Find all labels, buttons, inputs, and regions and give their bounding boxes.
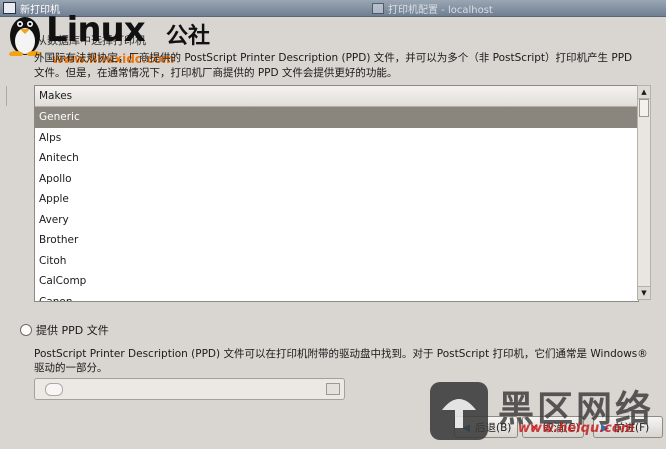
background-window-title: 打印机配置 - localhost <box>388 5 493 16</box>
makes-column-header[interactable]: Makes <box>35 86 638 107</box>
cancel-button-label: 取消(C) <box>543 422 580 434</box>
driver-description: 外国际有法规协定，厂商提供的 PostScript Printer Descri… <box>34 52 633 79</box>
file-icon <box>45 383 63 396</box>
list-item[interactable]: Avery <box>35 210 638 231</box>
list-item[interactable]: Citoh <box>35 251 638 272</box>
ppd-description: PostScript Printer Description (PPD) 文件可… <box>34 348 648 374</box>
forward-arrow-icon: ▶ <box>600 422 610 434</box>
forward-button[interactable]: ▶ 前进(F) <box>593 416 663 438</box>
forward-button-label: 前进(F) <box>614 422 650 434</box>
cancel-x-icon: ✕ <box>529 422 539 434</box>
list-item[interactable]: CalComp <box>35 271 638 292</box>
list-item[interactable]: Alps <box>35 128 638 149</box>
provide-ppd-label[interactable]: 提供 PPD 文件 <box>36 322 109 338</box>
linux-logo-text: Linux <box>46 10 146 50</box>
back-button-label: 后退(B) <box>475 422 512 434</box>
list-item[interactable]: Generic <box>35 107 638 128</box>
list-item[interactable]: Anitech <box>35 148 638 169</box>
left-panel-edge <box>0 86 7 106</box>
ppd-file-chooser[interactable] <box>34 378 345 400</box>
list-item[interactable]: Apollo <box>35 169 638 190</box>
background-window-icon <box>372 3 384 14</box>
makes-list-scrollbar[interactable]: ▲ ▼ <box>637 85 651 300</box>
list-item[interactable]: Canon <box>35 292 638 302</box>
makes-list[interactable]: Makes Generic Alps Anitech Apollo Apple … <box>34 85 639 302</box>
scrollbar-thumb[interactable] <box>639 99 649 117</box>
list-item[interactable]: Brother <box>35 230 638 251</box>
scroll-down-arrow-icon[interactable]: ▼ <box>638 286 650 299</box>
list-item[interactable]: Apple <box>35 189 638 210</box>
back-arrow-icon: ◀ <box>461 422 471 434</box>
folder-icon <box>326 383 340 395</box>
back-button[interactable]: ◀ 后退(B) <box>454 416 518 438</box>
scroll-up-arrow-icon[interactable]: ▲ <box>638 86 650 99</box>
cancel-button[interactable]: ✕ 取消(C) <box>522 416 584 438</box>
linux-logo-cn: 公社 <box>166 24 211 49</box>
provide-ppd-radio[interactable] <box>20 324 32 336</box>
tux-penguin-icon <box>9 17 41 56</box>
